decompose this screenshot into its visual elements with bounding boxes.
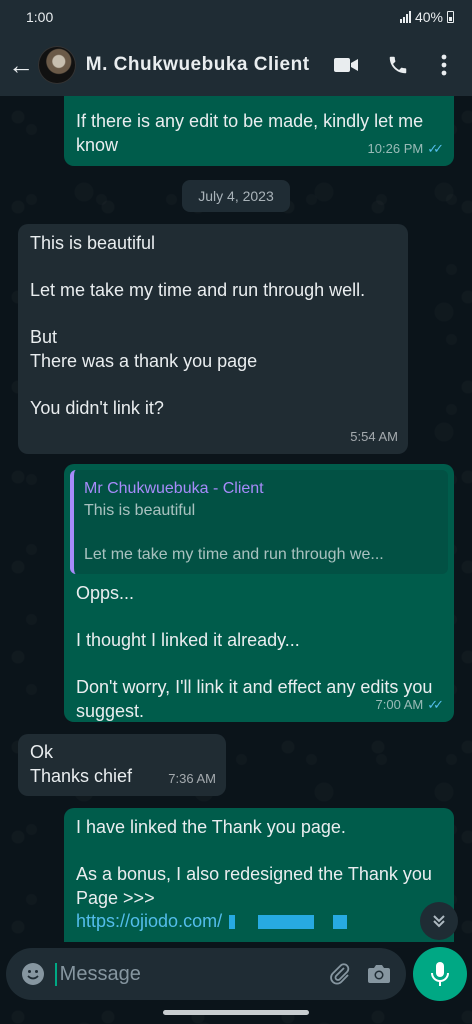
message-link-row: https://ojiodo.com/: [76, 910, 442, 934]
emoji-button[interactable]: [18, 962, 49, 986]
phone-icon: [389, 56, 407, 74]
message-bubble-incoming[interactable]: Ok Thanks chief 7:36 AM: [18, 734, 226, 796]
paperclip-icon: [330, 963, 350, 985]
quoted-author: Mr Chukwuebuka - Client: [84, 480, 264, 497]
message-input[interactable]: [54, 962, 325, 986]
message-link[interactable]: https://ojiodo.com/: [76, 911, 222, 931]
read-ticks-icon: ✓✓: [427, 140, 444, 156]
quoted-text: This is beautiful Let me take my time an…: [84, 502, 384, 563]
battery-icon: [447, 11, 454, 23]
message-meta: 7:00 AM ✓✓: [376, 693, 445, 717]
redaction-mark: [229, 915, 236, 930]
video-camera-icon: [334, 58, 358, 72]
message-time: 7:00 AM: [375, 696, 424, 712]
message-meta: 10:26 PM ✓✓: [368, 137, 444, 161]
more-options-button[interactable]: [424, 45, 464, 85]
redaction-mark: [258, 915, 315, 930]
voice-message-button[interactable]: [413, 947, 467, 1001]
scroll-to-bottom-button[interactable]: [420, 902, 458, 940]
message-time: 5:54 AM: [350, 428, 398, 444]
header-actions: [320, 45, 464, 85]
more-vertical-icon: [441, 54, 447, 76]
contact-name[interactable]: M. Chukwuebuka Client: [86, 54, 320, 76]
message-bubble-outgoing[interactable]: I have linked the Thank you page. As a b…: [64, 808, 454, 942]
status-indicators: 40%: [399, 9, 454, 25]
chat-header: ← M. Chukwuebuka Client: [0, 34, 472, 96]
message-text: I have linked the Thank you page. As a b…: [76, 817, 432, 908]
message-bubble-outgoing-reply[interactable]: Mr Chukwuebuka - Client This is beautifu…: [64, 464, 454, 722]
avatar[interactable]: [37, 46, 76, 84]
message-time: 7:36 AM: [168, 770, 216, 786]
status-bar: 1:00 40%: [0, 0, 472, 34]
date-separator: July 4, 2023: [182, 180, 290, 212]
message-meta: 7:36 AM: [168, 767, 216, 791]
emoji-icon: [22, 963, 45, 985]
message-meta: 5:54 AM: [350, 425, 398, 449]
voice-call-button[interactable]: [372, 45, 424, 85]
message-composer: [6, 948, 406, 1000]
gesture-nav-bar[interactable]: [163, 1010, 309, 1015]
camera-button[interactable]: [363, 963, 394, 985]
message-bubble-incoming[interactable]: This is beautiful Let me take my time an…: [18, 224, 408, 454]
redaction-mark: [333, 915, 348, 930]
double-chevron-down-icon: [433, 915, 445, 928]
back-arrow-icon[interactable]: ←: [6, 52, 36, 78]
read-ticks-icon: ✓✓: [427, 696, 444, 712]
quoted-message[interactable]: Mr Chukwuebuka - Client This is beautifu…: [70, 470, 448, 574]
attach-button[interactable]: [325, 962, 356, 986]
message-bubble-outgoing[interactable]: If there is any edit to be made, kindly …: [64, 84, 454, 166]
signal-icon: [399, 11, 411, 23]
microphone-icon: [431, 962, 449, 986]
video-call-button[interactable]: [320, 45, 372, 85]
message-text: This is beautiful Let me take my time an…: [30, 233, 366, 418]
camera-icon: [367, 965, 390, 983]
battery-percent: 40%: [414, 9, 443, 25]
status-time: 1:00: [26, 9, 54, 25]
message-time: 10:26 PM: [367, 140, 424, 156]
